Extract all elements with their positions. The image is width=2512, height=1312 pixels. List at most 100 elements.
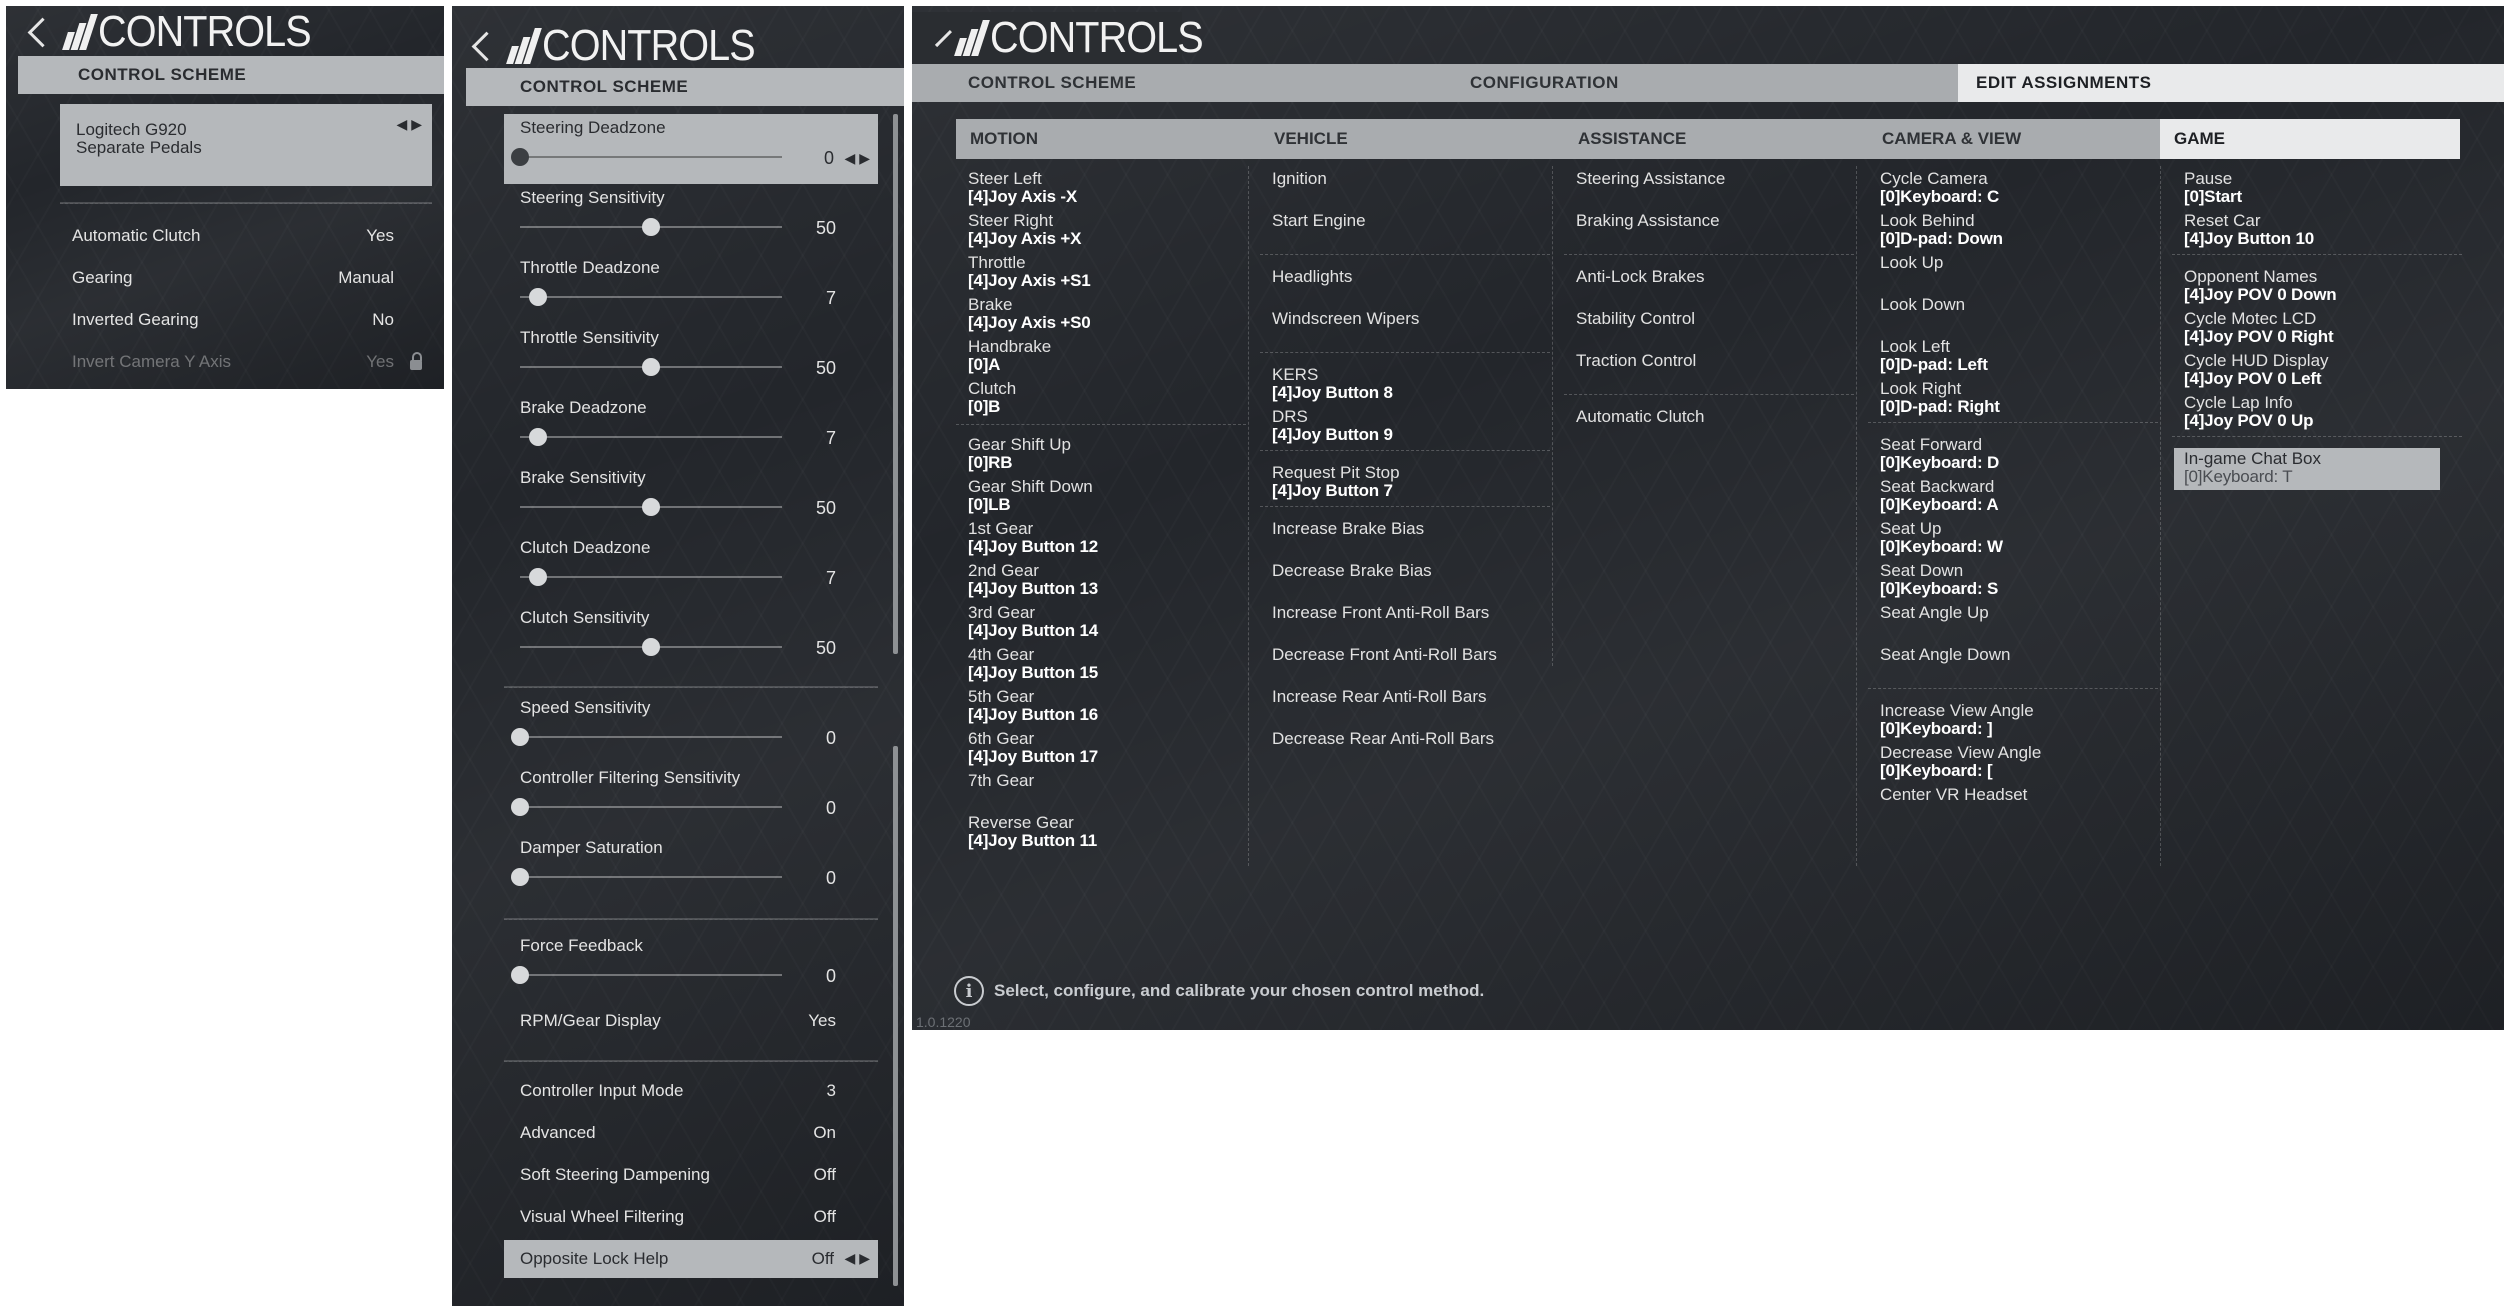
- column-game[interactable]: GAME: [2160, 119, 2460, 159]
- assignment-item[interactable]: Braking Assistance: [1576, 212, 1822, 230]
- option-row[interactable]: Opposite Lock Help Off ◀▶: [504, 1240, 878, 1278]
- slider-knob[interactable]: [529, 568, 548, 586]
- assignment-item[interactable]: Automatic Clutch: [1576, 408, 1822, 426]
- assignment-item[interactable]: Anti-Lock Brakes: [1576, 268, 1822, 286]
- slider-knob[interactable]: [529, 288, 548, 306]
- slider-track[interactable]: [520, 974, 782, 976]
- assignment-item[interactable]: Steer Right [4]Joy Axis +X: [968, 212, 1214, 248]
- assignment-item[interactable]: Stability Control: [1576, 310, 1822, 328]
- assignment-item[interactable]: Gear Shift Up [0]RB: [968, 436, 1214, 472]
- assignment-item[interactable]: Look Right [0]D-pad: Right: [1880, 380, 2126, 416]
- slider-row[interactable]: Speed Sensitivity 0: [504, 694, 878, 764]
- slider-knob[interactable]: [642, 218, 660, 236]
- slider-row[interactable]: Throttle Deadzone 7: [504, 254, 878, 324]
- back-arrow-icon[interactable]: [471, 31, 502, 61]
- assignment-item[interactable]: Cycle Camera [0]Keyboard: C: [1880, 170, 2126, 206]
- assignment-item[interactable]: Seat Angle Up: [1880, 604, 2126, 622]
- slider-knob[interactable]: [529, 428, 548, 446]
- assignment-item[interactable]: DRS [4]Joy Button 9: [1272, 408, 1518, 444]
- back-arrow-icon[interactable]: [27, 17, 58, 47]
- assignment-item[interactable]: Windscreen Wipers: [1272, 310, 1518, 328]
- tab-control-scheme[interactable]: CONTROL SCHEME: [912, 64, 1412, 102]
- column-vehicle[interactable]: VEHICLE: [1260, 119, 1564, 159]
- slider-row[interactable]: Brake Deadzone 7: [504, 394, 878, 464]
- assignment-item[interactable]: Look Up: [1880, 254, 2126, 272]
- assignment-item[interactable]: Steering Assistance: [1576, 170, 1822, 188]
- option-row[interactable]: Visual Wheel Filtering Off: [504, 1198, 878, 1236]
- assignment-item[interactable]: Look Left [0]D-pad: Left: [1880, 338, 2126, 374]
- slider-knob[interactable]: [511, 868, 529, 886]
- assignment-item[interactable]: Gear Shift Down [0]LB: [968, 478, 1214, 514]
- column-assistance[interactable]: ASSISTANCE: [1564, 119, 1868, 159]
- assignment-item[interactable]: Brake [4]Joy Axis +S0: [968, 296, 1214, 332]
- assignment-item[interactable]: Ignition: [1272, 170, 1518, 188]
- column-camera-view[interactable]: CAMERA & VIEW: [1868, 119, 2160, 159]
- option-row[interactable]: Soft Steering Dampening Off: [504, 1156, 878, 1194]
- slider-knob[interactable]: [642, 358, 660, 376]
- option-row[interactable]: RPM/Gear Display Yes: [504, 1002, 878, 1040]
- assignment-item[interactable]: Reverse Gear [4]Joy Button 11: [968, 814, 1214, 850]
- assignment-item[interactable]: 3rd Gear [4]Joy Button 14: [968, 604, 1214, 640]
- assignment-item[interactable]: 2nd Gear [4]Joy Button 13: [968, 562, 1214, 598]
- selector-arrows-icon[interactable]: ◀▶: [844, 150, 874, 167]
- assignment-item[interactable]: Decrease Front Anti-Roll Bars: [1272, 646, 1518, 664]
- assignment-item[interactable]: Seat Forward [0]Keyboard: D: [1880, 436, 2126, 472]
- slider-track[interactable]: [520, 296, 782, 298]
- selector-arrows-icon[interactable]: ◀▶: [844, 1250, 874, 1267]
- column-motion[interactable]: MOTION: [956, 119, 1260, 159]
- assignment-item[interactable]: Request Pit Stop [4]Joy Button 7: [1272, 464, 1518, 500]
- slider-track[interactable]: [520, 436, 782, 438]
- assignment-item[interactable]: 7th Gear: [968, 772, 1214, 790]
- assignment-item[interactable]: Start Engine: [1272, 212, 1518, 230]
- assignment-item[interactable]: Center VR Headset: [1880, 786, 2126, 804]
- assignment-item[interactable]: Look Down: [1880, 296, 2126, 314]
- assignment-item[interactable]: 4th Gear [4]Joy Button 15: [968, 646, 1214, 682]
- back-arrow-icon[interactable]: [935, 29, 952, 47]
- assignment-item[interactable]: Decrease Rear Anti-Roll Bars: [1272, 730, 1518, 748]
- slider-row[interactable]: Throttle Sensitivity 50: [504, 324, 878, 394]
- assignment-item[interactable]: Headlights: [1272, 268, 1518, 286]
- option-inverted-gearing[interactable]: Inverted Gearing No: [72, 310, 394, 330]
- slider-track[interactable]: [520, 156, 782, 158]
- slider-knob[interactable]: [642, 498, 660, 516]
- slider-knob[interactable]: [642, 638, 660, 656]
- assignment-item[interactable]: Cycle Motec LCD [4]Joy POV 0 Right: [2184, 310, 2430, 346]
- slider-knob[interactable]: [511, 798, 529, 816]
- option-automatic-clutch[interactable]: Automatic Clutch Yes: [72, 226, 394, 246]
- assignment-item[interactable]: KERS [4]Joy Button 8: [1272, 366, 1518, 402]
- assignment-item[interactable]: Reset Car [4]Joy Button 10: [2184, 212, 2430, 248]
- slider-row[interactable]: Controller Filtering Sensitivity 0: [504, 764, 878, 834]
- selector-arrows-icon[interactable]: ◀▶: [396, 116, 426, 133]
- slider-row[interactable]: Steering Sensitivity 50: [504, 184, 878, 254]
- slider-knob[interactable]: [511, 728, 529, 746]
- assignment-item[interactable]: 5th Gear [4]Joy Button 16: [968, 688, 1214, 724]
- assignment-item[interactable]: Traction Control: [1576, 352, 1822, 370]
- assignment-item[interactable]: 1st Gear [4]Joy Button 12: [968, 520, 1214, 556]
- slider-knob[interactable]: [511, 148, 529, 166]
- slider-track[interactable]: [520, 876, 782, 878]
- assignment-item[interactable]: Decrease View Angle [0]Keyboard: [: [1880, 744, 2126, 780]
- assignment-item[interactable]: In-game Chat Box [0]Keyboard: T: [2174, 448, 2440, 490]
- slider-row[interactable]: Clutch Deadzone 7: [504, 534, 878, 604]
- slider-row[interactable]: Force Feedback 0: [504, 932, 878, 1002]
- assignment-item[interactable]: Seat Backward [0]Keyboard: A: [1880, 478, 2126, 514]
- option-gearing[interactable]: Gearing Manual: [72, 268, 394, 288]
- assignment-item[interactable]: Increase Rear Anti-Roll Bars: [1272, 688, 1518, 706]
- assignment-item[interactable]: Increase View Angle [0]Keyboard: ]: [1880, 702, 2126, 738]
- scrollbar[interactable]: [893, 746, 898, 1286]
- assignment-item[interactable]: Seat Down [0]Keyboard: S: [1880, 562, 2126, 598]
- assignment-item[interactable]: Handbrake [0]A: [968, 338, 1214, 374]
- assignment-item[interactable]: Throttle [4]Joy Axis +S1: [968, 254, 1214, 290]
- assignment-item[interactable]: 6th Gear [4]Joy Button 17: [968, 730, 1214, 766]
- assignment-item[interactable]: Cycle Lap Info [4]Joy POV 0 Up: [2184, 394, 2430, 430]
- assignment-item[interactable]: Increase Front Anti-Roll Bars: [1272, 604, 1518, 622]
- slider-row[interactable]: Clutch Sensitivity 50: [504, 604, 878, 674]
- slider-knob[interactable]: [511, 966, 529, 984]
- slider-track[interactable]: [520, 736, 782, 738]
- assignment-item[interactable]: Pause [0]Start: [2184, 170, 2430, 206]
- tab-edit-assignments[interactable]: EDIT ASSIGNMENTS: [1958, 64, 2504, 102]
- scrollbar[interactable]: [893, 114, 898, 654]
- assignment-item[interactable]: Seat Up [0]Keyboard: W: [1880, 520, 2126, 556]
- option-row[interactable]: Advanced On: [504, 1114, 878, 1152]
- option-row[interactable]: Controller Input Mode 3: [504, 1072, 878, 1110]
